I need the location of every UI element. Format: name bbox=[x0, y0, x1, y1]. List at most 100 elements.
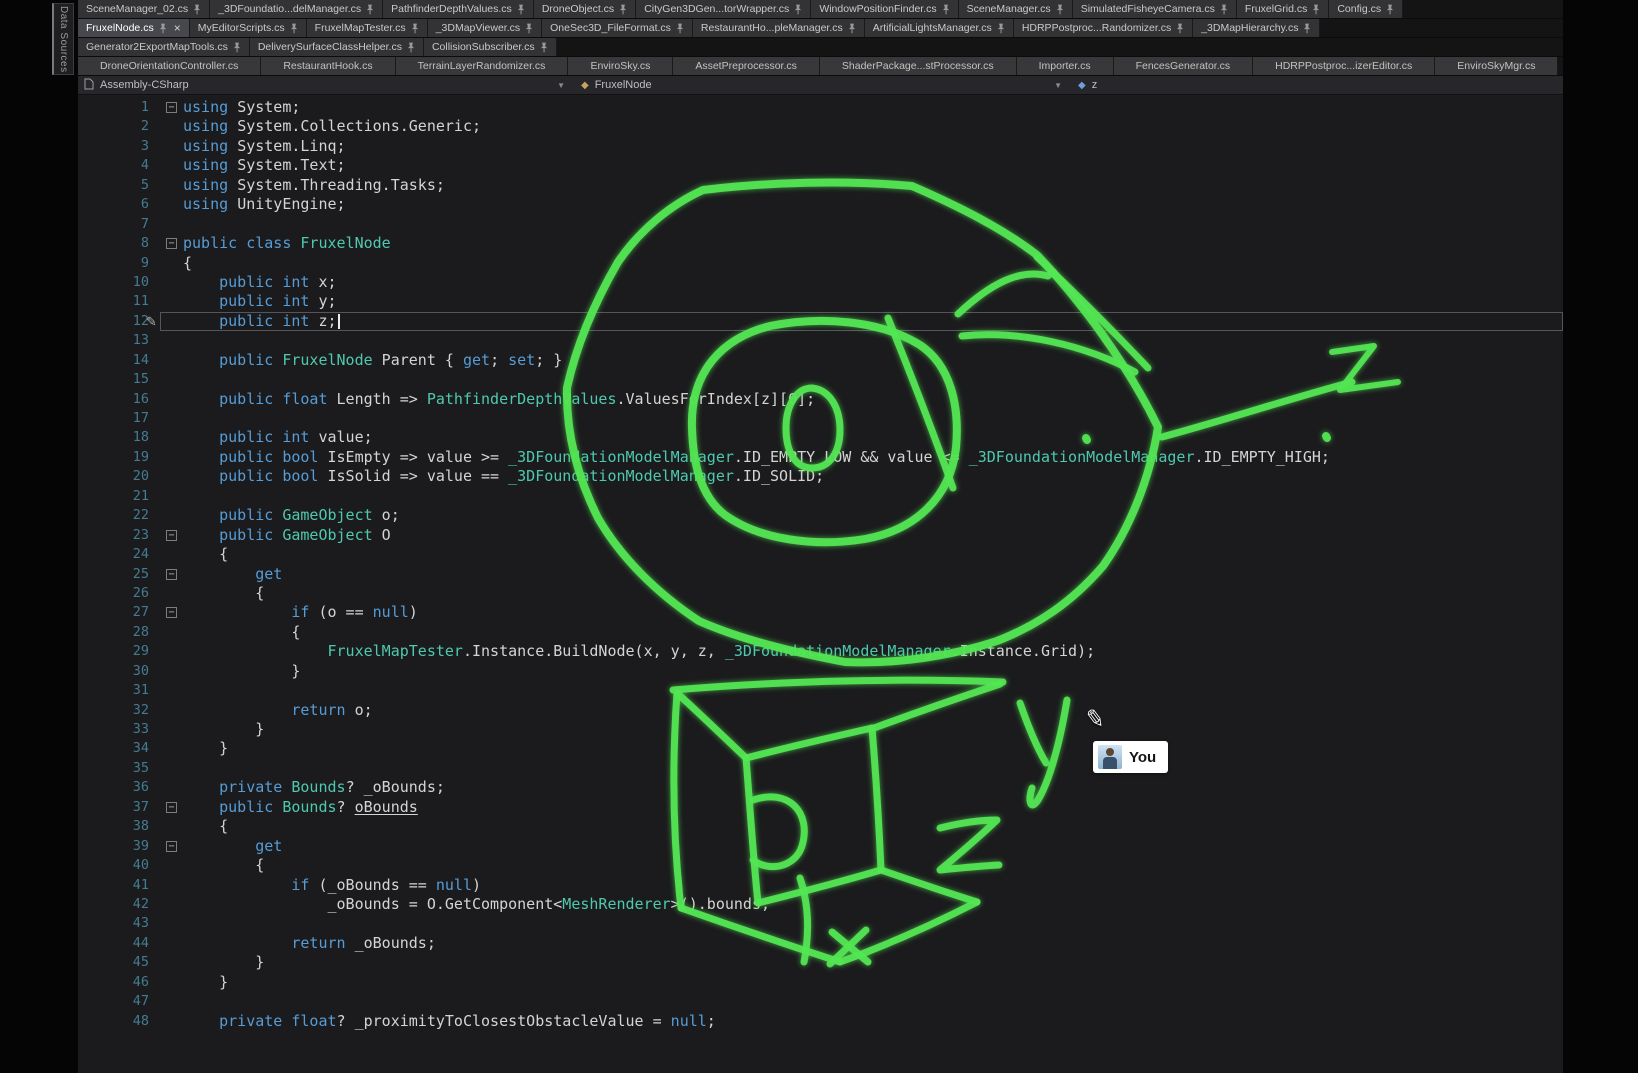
editor-tab[interactable]: HDRPPostproc...Randomizer.cs bbox=[1014, 19, 1193, 37]
code-text: public class FruxelNode bbox=[183, 234, 391, 253]
editor-tab[interactable]: WindowPositionFinder.cs bbox=[811, 0, 958, 18]
editor-tab[interactable]: _3DMapHierarchy.cs bbox=[1193, 19, 1320, 37]
pin-icon[interactable] bbox=[540, 42, 548, 53]
pin-icon[interactable] bbox=[676, 23, 684, 34]
code-line: 13 bbox=[78, 331, 1563, 350]
editor-tab[interactable]: OneSec3D_FileFormat.cs bbox=[542, 19, 693, 37]
pin-icon[interactable] bbox=[159, 23, 167, 34]
member-dropdown[interactable]: ◆ z bbox=[1072, 76, 1563, 94]
editor-tab[interactable]: SceneManager.cs bbox=[959, 0, 1073, 18]
edit-pencil-icon bbox=[155, 292, 160, 311]
pin-icon[interactable] bbox=[1312, 4, 1320, 15]
pin-icon[interactable] bbox=[997, 23, 1005, 34]
code-line: 37− public Bounds? oBounds bbox=[78, 798, 1563, 817]
fold-marker-icon[interactable]: − bbox=[160, 837, 183, 856]
pin-icon[interactable] bbox=[366, 4, 374, 15]
fold-gutter bbox=[160, 351, 183, 370]
editor-tab[interactable]: ArtificialLightsManager.cs bbox=[865, 19, 1014, 37]
code-line-body: − get bbox=[160, 837, 1563, 856]
line-number: 11 bbox=[78, 292, 155, 311]
editor-tab[interactable]: DroneOrientationController.cs bbox=[78, 57, 261, 75]
editor-tab[interactable]: FencesGenerator.cs bbox=[1114, 57, 1254, 75]
fold-gutter bbox=[160, 428, 183, 447]
code-text: } bbox=[183, 662, 300, 681]
pin-icon[interactable] bbox=[1303, 23, 1311, 34]
editor-tab[interactable]: Generator2ExportMapTools.cs bbox=[78, 38, 250, 56]
editor-tab[interactable]: SceneManager_02.cs bbox=[78, 0, 210, 18]
editor-tab[interactable]: FruxelGrid.cs bbox=[1237, 0, 1329, 18]
editor-tab[interactable]: SimulatedFisheyeCamera.cs bbox=[1073, 0, 1237, 18]
editor-tab[interactable]: TerrainLayerRandomizer.cs bbox=[396, 57, 569, 75]
editor-tab[interactable]: RestaurantHook.cs bbox=[261, 57, 395, 75]
pin-icon[interactable] bbox=[407, 42, 415, 53]
project-dropdown[interactable]: Assembly-CSharp ▼ bbox=[78, 76, 575, 94]
edit-pencil-icon bbox=[155, 662, 160, 681]
edit-pencil-icon bbox=[155, 506, 160, 525]
editor-tab[interactable]: RestaurantHo...pleManager.cs bbox=[693, 19, 865, 37]
fold-marker-icon[interactable]: − bbox=[160, 603, 183, 622]
pin-icon[interactable] bbox=[1220, 4, 1228, 15]
fold-gutter bbox=[160, 448, 183, 467]
code-editor[interactable]: 1−using System;2using System.Collections… bbox=[78, 96, 1563, 1073]
code-line: 20 public bool IsSolid => value == _3DFo… bbox=[78, 467, 1563, 486]
pin-icon[interactable] bbox=[525, 23, 533, 34]
editor-tab[interactable]: FruxelMapTester.cs bbox=[307, 19, 428, 37]
code-line-body bbox=[160, 681, 1563, 700]
editor-tab[interactable]: HDRPPostproc...izerEditor.cs bbox=[1253, 57, 1435, 75]
pin-icon[interactable] bbox=[1056, 4, 1064, 15]
code-text: using System; bbox=[183, 98, 300, 117]
line-number: 47 bbox=[78, 992, 155, 1011]
editor-tab[interactable]: CollisionSubscriber.cs bbox=[424, 38, 557, 56]
edit-pencil-icon bbox=[155, 1012, 160, 1031]
fold-gutter bbox=[160, 876, 183, 895]
editor-tab[interactable]: Config.cs bbox=[1329, 0, 1403, 18]
edit-pencil-icon bbox=[155, 545, 160, 564]
editor-tab[interactable]: PathfinderDepthValues.cs bbox=[383, 0, 534, 18]
fold-gutter bbox=[160, 720, 183, 739]
editor-tab[interactable]: MyEditorScripts.cs bbox=[190, 19, 307, 37]
fold-marker-icon[interactable]: − bbox=[160, 98, 183, 117]
pin-icon[interactable] bbox=[619, 4, 627, 15]
pin-icon[interactable] bbox=[193, 4, 201, 15]
editor-tab[interactable]: EnviroSkyMgr.cs bbox=[1435, 57, 1558, 75]
tab-label: FruxelNode.cs bbox=[86, 22, 154, 34]
pin-icon[interactable] bbox=[411, 23, 419, 34]
pin-icon[interactable] bbox=[233, 42, 241, 53]
pin-icon[interactable] bbox=[942, 4, 950, 15]
editor-tab[interactable]: EnviroSky.cs bbox=[568, 57, 673, 75]
fold-marker-icon[interactable]: − bbox=[160, 798, 183, 817]
data-sources-side-tab[interactable]: Data Sources bbox=[52, 3, 74, 75]
pin-icon[interactable] bbox=[290, 23, 298, 34]
code-line: 3using System.Linq; bbox=[78, 137, 1563, 156]
editor-tab[interactable]: DroneObject.cs bbox=[534, 0, 636, 18]
code-text: using UnityEngine; bbox=[183, 195, 346, 214]
code-line: 38 { bbox=[78, 817, 1563, 836]
editor-tab[interactable]: DeliverySurfaceClassHelper.cs bbox=[250, 38, 424, 56]
fold-marker-icon[interactable]: − bbox=[160, 565, 183, 584]
editor-tab[interactable]: ShaderPackage...stProcessor.cs bbox=[820, 57, 1017, 75]
pin-icon[interactable] bbox=[848, 23, 856, 34]
editor-tab[interactable]: CityGen3DGen...torWrapper.cs bbox=[636, 0, 811, 18]
pin-icon[interactable] bbox=[517, 4, 525, 15]
editor-tab[interactable]: AssetPreprocessor.cs bbox=[673, 57, 820, 75]
editor-tab[interactable]: Importer.cs bbox=[1017, 57, 1114, 75]
type-dropdown[interactable]: ◆ FruxelNode ▼ bbox=[575, 76, 1072, 94]
editor-tab[interactable]: _3DFoundatio...delManager.cs bbox=[210, 0, 383, 18]
code-line: 21 bbox=[78, 487, 1563, 506]
code-line-body: using System.Threading.Tasks; bbox=[160, 176, 1563, 195]
code-text: } bbox=[183, 739, 228, 758]
tab-row-4: DroneOrientationController.csRestaurantH… bbox=[78, 57, 1563, 76]
code-line-body: { bbox=[160, 545, 1563, 564]
code-line-body: return o; bbox=[160, 701, 1563, 720]
editor-tab[interactable]: _3DMapViewer.cs bbox=[428, 19, 542, 37]
pin-icon[interactable] bbox=[1176, 23, 1184, 34]
fold-marker-icon[interactable]: − bbox=[160, 526, 183, 545]
line-number: 6 bbox=[78, 195, 155, 214]
fold-marker-icon[interactable]: − bbox=[160, 234, 183, 253]
code-line-body: private Bounds? _oBounds; bbox=[160, 778, 1563, 797]
close-icon[interactable]: × bbox=[174, 21, 181, 35]
pin-icon[interactable] bbox=[1386, 4, 1394, 15]
line-number: 23 bbox=[78, 526, 155, 545]
editor-tab[interactable]: FruxelNode.cs × bbox=[78, 19, 190, 37]
pin-icon[interactable] bbox=[794, 4, 802, 15]
